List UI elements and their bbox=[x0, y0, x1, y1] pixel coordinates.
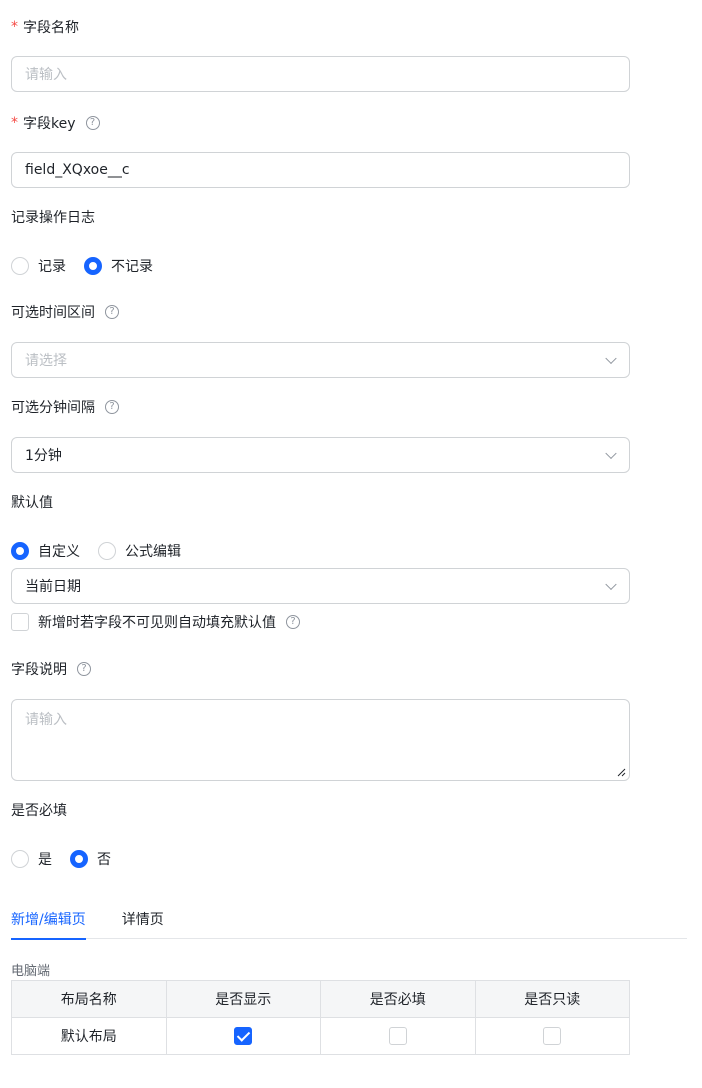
field-name-input[interactable]: 请输入 bbox=[11, 56, 630, 92]
radio-formula[interactable]: 公式编辑 bbox=[98, 541, 181, 561]
question-circle-icon[interactable]: ? bbox=[85, 116, 100, 130]
radio-circle bbox=[98, 542, 116, 560]
radio-log-no-record[interactable]: 不记录 bbox=[84, 256, 153, 276]
operation-log-label: 记录操作日志 bbox=[11, 210, 95, 226]
chevron-down-icon bbox=[605, 447, 617, 460]
required-asterisk: * bbox=[11, 115, 18, 131]
section-title-desktop: 电脑端 bbox=[11, 964, 51, 979]
readonly-cell bbox=[474, 1017, 630, 1055]
layout-table: 布局名称 是否显示 是否必填 是否只读 默认布局 bbox=[11, 980, 630, 1055]
required-radio-group: 是 否 bbox=[11, 849, 129, 869]
checkbox-square[interactable] bbox=[11, 613, 29, 631]
minute-interval-label: 可选分钟间隔 ? bbox=[11, 397, 119, 417]
layout-name-cell: 默认布局 bbox=[11, 1017, 167, 1055]
time-range-label: 可选时间区间 ? bbox=[11, 302, 119, 322]
field-name-label: * 字段名称 bbox=[11, 19, 79, 36]
column-header: 是否必填 bbox=[320, 980, 476, 1018]
time-range-select[interactable]: 请选择 bbox=[11, 342, 630, 378]
field-key-input[interactable]: field_XQxoe__c bbox=[11, 152, 630, 188]
radio-log-record[interactable]: 记录 bbox=[11, 256, 66, 276]
radio-custom[interactable]: 自定义 bbox=[11, 541, 80, 561]
question-circle-icon[interactable]: ? bbox=[105, 400, 119, 414]
default-value-select[interactable]: 当前日期 bbox=[11, 568, 630, 604]
radio-circle bbox=[11, 850, 29, 868]
column-header: 是否只读 bbox=[474, 980, 630, 1018]
radio-circle-selected bbox=[84, 257, 102, 275]
default-value-radio-group: 自定义 公式编辑 bbox=[11, 541, 199, 561]
chevron-down-icon bbox=[605, 352, 617, 365]
show-cell bbox=[165, 1017, 321, 1055]
readonly-checkbox[interactable] bbox=[543, 1027, 562, 1045]
show-checkbox[interactable] bbox=[234, 1027, 253, 1045]
default-value-label: 默认值 bbox=[11, 495, 53, 511]
radio-required-yes[interactable]: 是 bbox=[11, 849, 52, 869]
tab-detail[interactable]: 详情页 bbox=[122, 906, 164, 939]
column-header: 布局名称 bbox=[11, 980, 167, 1018]
operation-log-radio-group: 记录 不记录 bbox=[11, 256, 171, 276]
resize-handle-icon[interactable] bbox=[616, 767, 626, 777]
field-desc-textarea[interactable]: 请输入 bbox=[11, 699, 630, 781]
required-cell bbox=[320, 1017, 476, 1055]
question-circle-icon[interactable]: ? bbox=[286, 615, 300, 629]
radio-required-no[interactable]: 否 bbox=[70, 849, 111, 869]
radio-circle-selected bbox=[70, 850, 88, 868]
question-circle-icon[interactable]: ? bbox=[105, 305, 119, 319]
required-label: 是否必填 bbox=[11, 803, 67, 819]
question-circle-icon[interactable]: ? bbox=[77, 662, 91, 676]
radio-circle-selected bbox=[11, 542, 29, 560]
minute-interval-select[interactable]: 1分钟 bbox=[11, 437, 630, 473]
tab-add-edit[interactable]: 新增/编辑页 bbox=[11, 906, 86, 940]
autofill-default-checkbox[interactable]: 新增时若字段不可见则自动填充默认值 ? bbox=[11, 612, 300, 632]
required-asterisk: * bbox=[11, 19, 18, 35]
required-checkbox[interactable] bbox=[388, 1027, 407, 1045]
table-row: 默认布局 bbox=[11, 1017, 630, 1055]
field-key-label: * 字段key ? bbox=[11, 113, 100, 133]
page-tabs: 新增/编辑页 详情页 bbox=[11, 906, 687, 940]
table-header-row: 布局名称 是否显示 是否必填 是否只读 bbox=[11, 980, 630, 1018]
column-header: 是否显示 bbox=[165, 980, 321, 1018]
chevron-down-icon bbox=[605, 578, 617, 591]
radio-circle bbox=[11, 257, 29, 275]
field-desc-label: 字段说明 ? bbox=[11, 659, 91, 679]
